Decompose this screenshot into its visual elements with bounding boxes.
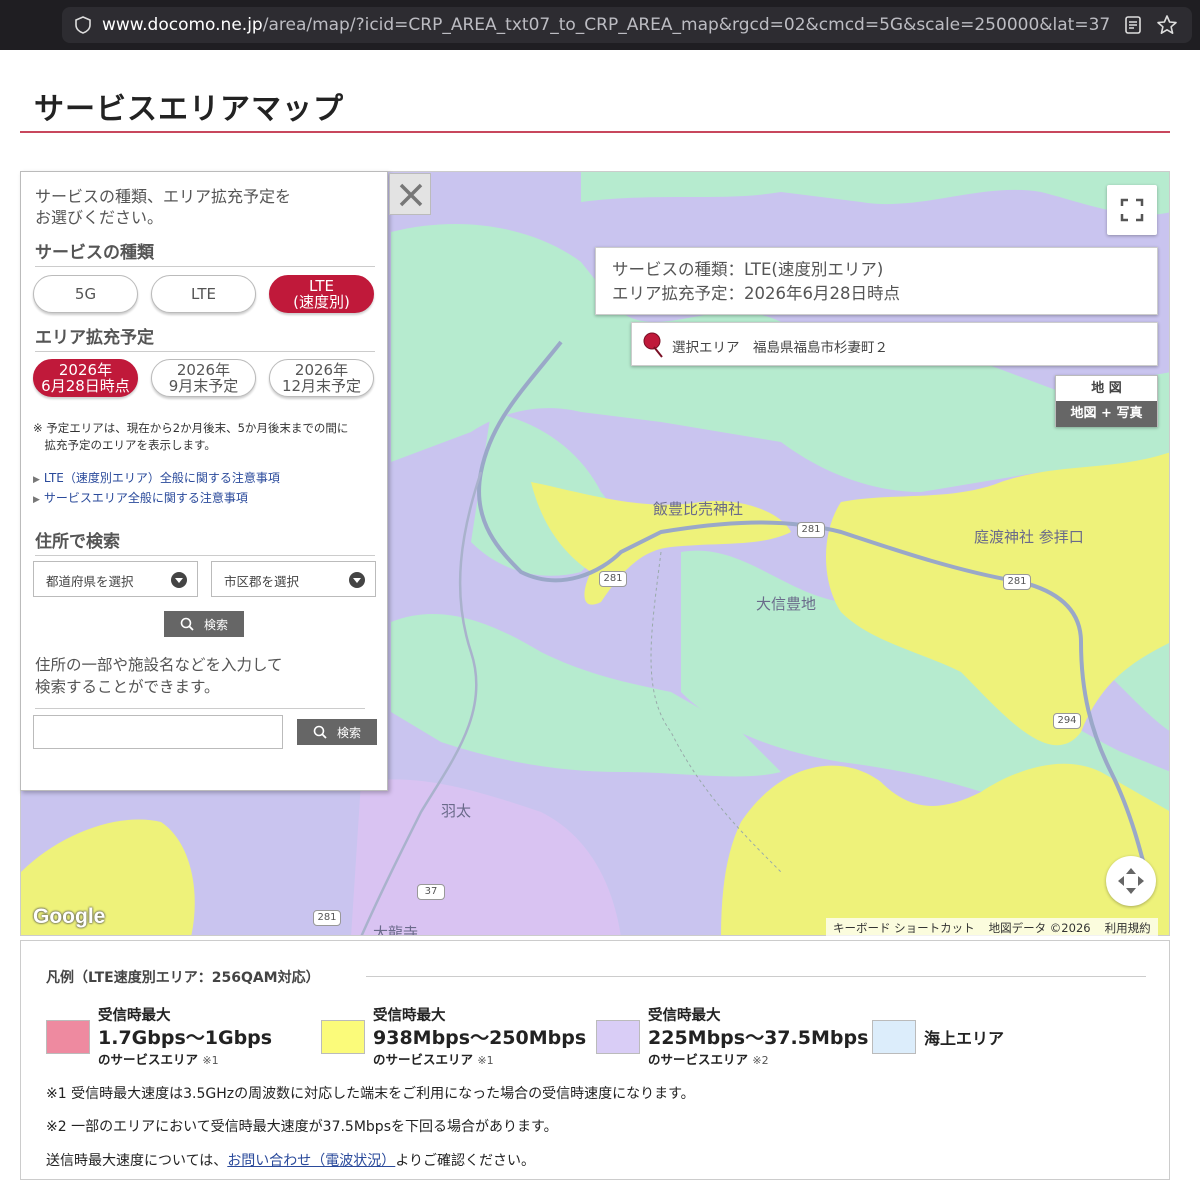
address-bar[interactable]: www.docomo.ne.jp/area/map/?icid=CRP_AREA… [62, 7, 1192, 43]
close-icon [399, 183, 423, 207]
map-label-temple: 大龍寺 [373, 924, 419, 936]
lte-caution-link[interactable]: ▶ LTE（速度別エリア）全般に関する注意事項 [33, 469, 280, 486]
map-label-place: 羽太 [441, 802, 472, 820]
address-search-button[interactable]: 検索 [164, 611, 244, 637]
google-logo: Google [33, 905, 106, 928]
yellow-area [721, 763, 1169, 935]
legend-swatch-sea [872, 1020, 916, 1054]
triangle-icon: ▶ [33, 475, 40, 485]
map-attribution: キーボード ショートカット 地図データ ©2026 利用規約 [826, 918, 1158, 936]
dropdown-arrow-icon [349, 572, 365, 588]
search-icon [180, 617, 194, 631]
urban-area [351, 779, 621, 935]
free-search-description: 住所の一部や施設名などを入力して 検索することができます。 [35, 654, 365, 709]
map-pin-icon [643, 332, 663, 358]
info-expansion-plan: エリア拡充予定：2026年6月28日時点 [612, 284, 900, 303]
plan-current-button[interactable]: 2026年 6月28日時点 [33, 359, 138, 397]
url-text[interactable]: www.docomo.ne.jp/area/map/?icid=CRP_AREA… [102, 15, 1112, 35]
prefecture-select[interactable]: 都道府県を選択 [33, 561, 198, 597]
page-title: サービスエリアマップ [34, 92, 344, 127]
legend-item: 受信時最大 938Mbps～250Mbps のサービスエリア ※1 [373, 1008, 587, 1067]
service-caution-link[interactable]: ▶ サービスエリア全般に関する注意事項 [33, 489, 248, 506]
footnote-1: ※1 受信時最大速度は3.5GHzの周波数に対応した端末をご利用になった場合の受… [46, 1086, 695, 1102]
dropdown-arrow-icon [171, 572, 187, 588]
route-shield: 37 [417, 884, 445, 900]
expansion-plan-heading: エリア拡充予定 [35, 323, 375, 352]
panel-intro: サービスの種類、エリア拡充予定を お選びください。 [35, 187, 292, 227]
free-search-input[interactable] [33, 715, 283, 749]
fullscreen-button[interactable] [1107, 185, 1157, 235]
map-data-credit: 地図データ ©2026 [988, 921, 1091, 935]
legend-swatch-purple [596, 1020, 640, 1054]
location-button[interactable] [1106, 856, 1156, 906]
legend-title: 凡例（LTE速度別エリア：256QAM対応） [46, 970, 320, 986]
legend: 凡例（LTE速度別エリア：256QAM対応） 受信時最大 1.7Gbps～1Gb… [20, 940, 1170, 1180]
plan-december-button[interactable]: 2026年 12月末予定 [269, 359, 374, 397]
free-search-button[interactable]: 検索 [297, 719, 377, 745]
plan-note: ※ 予定エリアは、現在から2か月後末、5か月後末までの間に 拡充予定のエリアを表… [33, 421, 349, 452]
route-shield: 281 [797, 522, 825, 538]
map-label-shrine: 庭渡神社 参拝口 [974, 528, 1084, 546]
keyboard-shortcuts-link[interactable]: キーボード ショートカット [833, 920, 975, 935]
service-lte-speed-button[interactable]: LTE (速度別) [269, 275, 374, 313]
footnote-2: ※2 一部のエリアにおいて受信時最大速度が37.5Mbpsを下回る場合があります… [46, 1119, 558, 1135]
triangle-icon: ▶ [33, 495, 40, 505]
route-shield: 281 [599, 571, 627, 587]
selected-area-text: 選択エリア 福島県福島市杉妻町２ [672, 340, 888, 356]
inquiry-link[interactable]: お問い合わせ（電波状況） [227, 1153, 395, 1169]
terms-link[interactable]: 利用規約 [1105, 920, 1151, 935]
map-info-box: サービスの種類：LTE(速度別エリア) エリア拡充予定：2026年6月28日時点 [595, 247, 1158, 315]
navigation-arrows-icon [1118, 868, 1144, 894]
search-icon [313, 725, 327, 739]
map-type-switch: 地 図 地図 + 写真 [1055, 375, 1158, 427]
route-shield: 294 [1053, 713, 1081, 729]
route-shield: 281 [1003, 574, 1031, 590]
bookmark-star-icon[interactable] [1156, 14, 1178, 36]
browser-toolbar: www.docomo.ne.jp/area/map/?icid=CRP_AREA… [0, 0, 1200, 50]
map-type-photo-button[interactable]: 地図 + 写真 [1056, 401, 1157, 427]
service-type-heading: サービスの種類 [35, 238, 375, 267]
search-panel: サービスの種類、エリア拡充予定を お選びください。 サービスの種類 5G LTE… [20, 171, 388, 791]
title-divider [20, 131, 1170, 133]
service-lte-button[interactable]: LTE [151, 275, 256, 313]
service-5g-button[interactable]: 5G [33, 275, 138, 313]
plan-september-button[interactable]: 2026年 9月末予定 [151, 359, 256, 397]
shield-icon[interactable] [74, 16, 92, 34]
map-label-place: 大信豊地 [756, 595, 817, 613]
legend-item: 受信時最大 225Mbps～37.5Mbps のサービスエリア ※2 [648, 1008, 869, 1067]
legend-divider [366, 976, 1146, 977]
legend-item: 海上エリア [924, 1029, 1005, 1048]
info-service-type: サービスの種類：LTE(速度別エリア) [612, 260, 884, 279]
selected-area-box: 選択エリア 福島県福島市杉妻町２ [631, 322, 1158, 366]
legend-swatch-yellow [321, 1020, 365, 1054]
map-type-map-button[interactable]: 地 図 [1056, 376, 1157, 401]
fullscreen-icon [1120, 198, 1144, 222]
address-search-heading: 住所で検索 [35, 527, 375, 556]
legend-item: 受信時最大 1.7Gbps～1Gbps のサービスエリア ※1 [98, 1008, 273, 1067]
close-panel-button[interactable] [389, 173, 431, 215]
footnote-3: 送信時最大速度については、お問い合わせ（電波状況）よりご確認ください。 [46, 1153, 536, 1169]
legend-swatch-pink [46, 1020, 90, 1054]
reader-view-icon[interactable] [1124, 16, 1142, 34]
map-label-shrine: 飯豊比売神社 [653, 500, 744, 518]
city-select[interactable]: 市区郡を選択 [211, 561, 376, 597]
route-shield: 281 [313, 910, 341, 926]
green-area [581, 172, 1169, 215]
